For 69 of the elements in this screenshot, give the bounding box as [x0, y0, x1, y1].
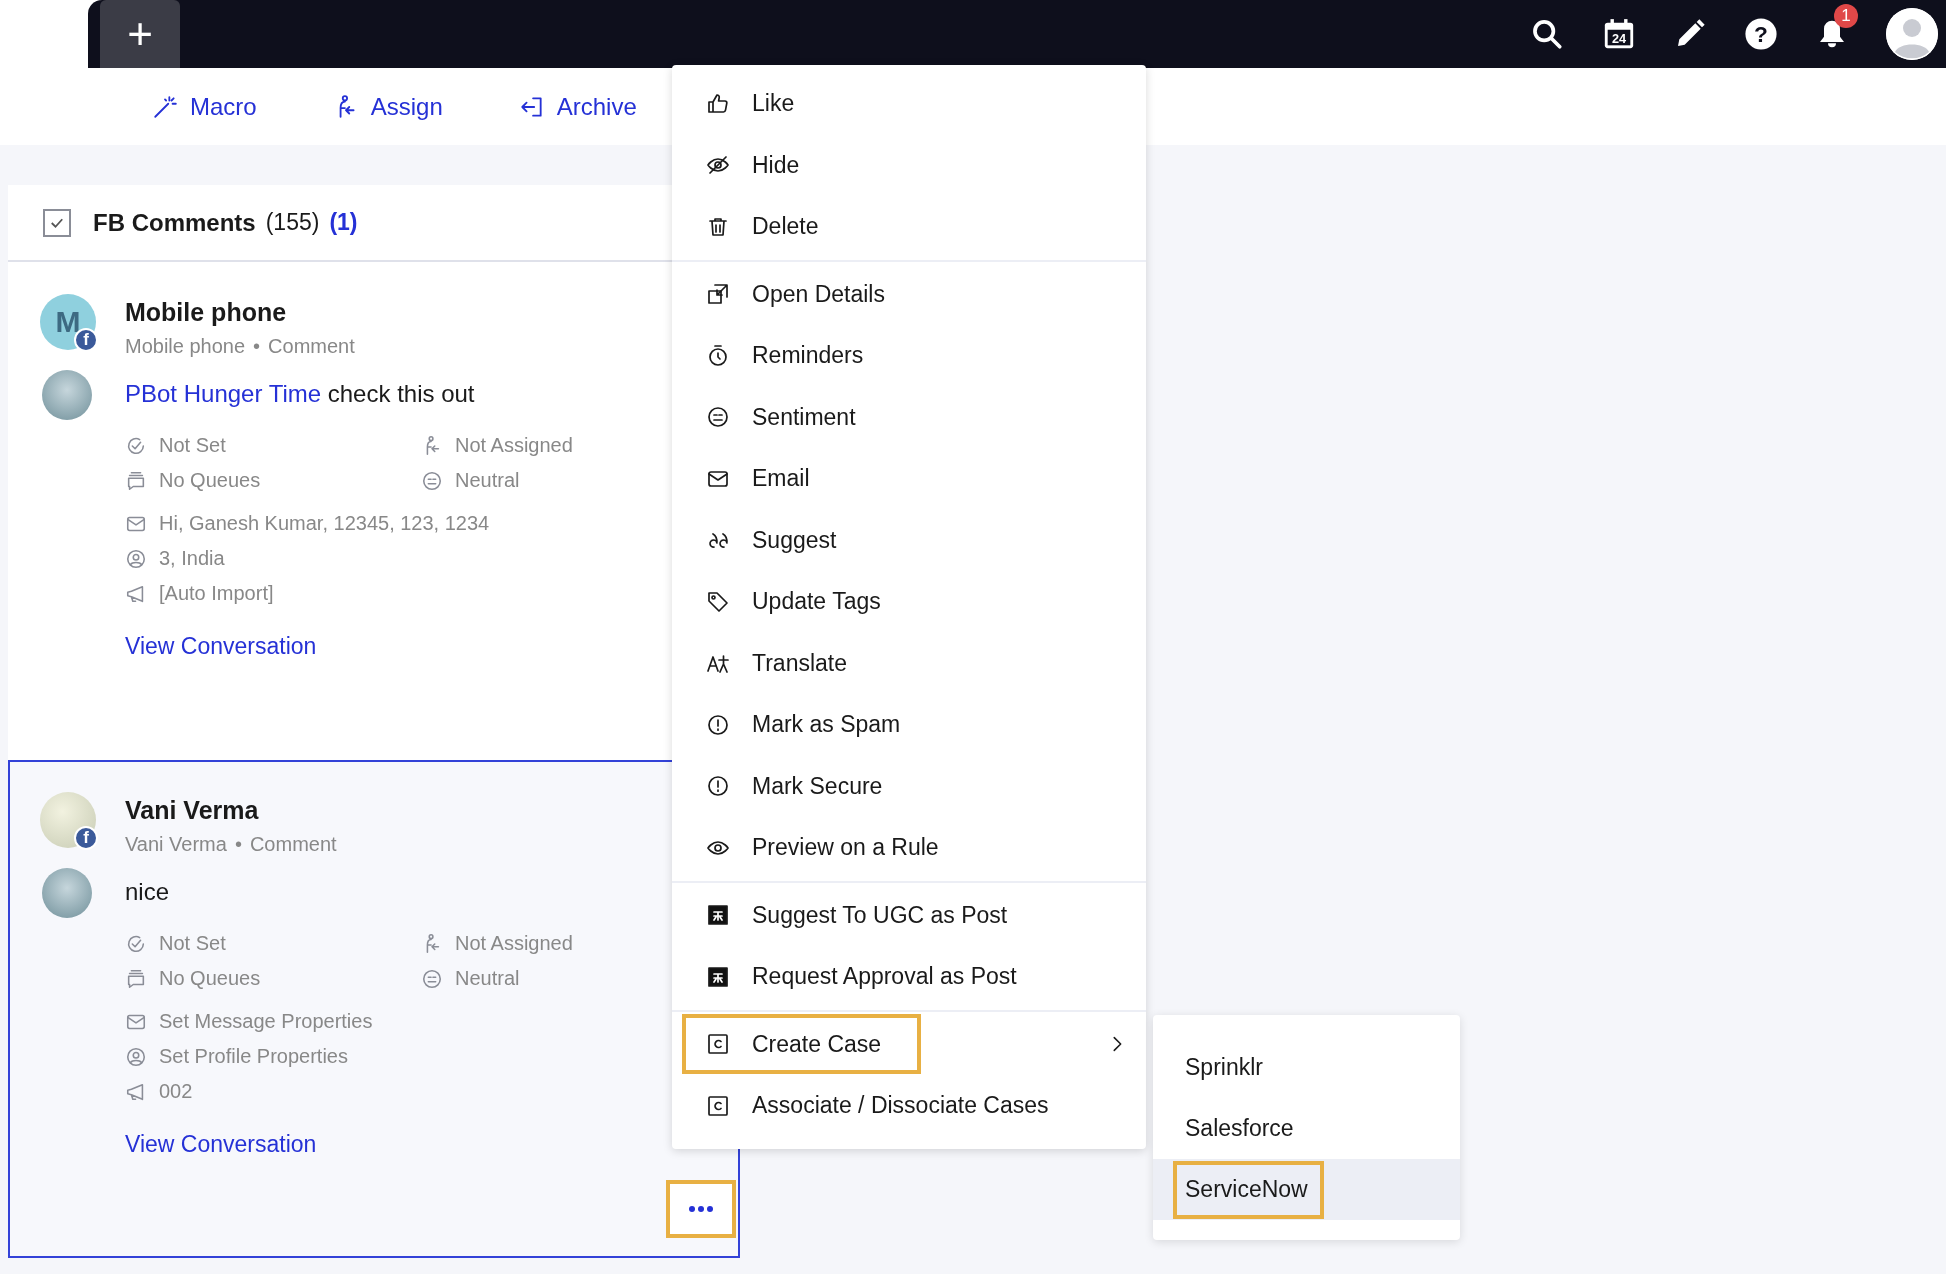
user-circle-icon — [125, 1045, 147, 1068]
campaign-text: [Auto Import] — [159, 582, 274, 605]
notification-badge: 1 — [1834, 4, 1858, 28]
bullet-separator: • — [253, 335, 261, 358]
thumbs-up-icon — [706, 91, 730, 116]
neutral-face-icon — [421, 469, 443, 492]
campaign-text: 002 — [159, 1080, 193, 1103]
submenu-item[interactable]: Sprinklr — [1153, 1037, 1460, 1098]
source-name: Vani Verma — [125, 833, 227, 856]
source-name: Mobile phone — [125, 335, 246, 358]
menu-item[interactable]: Hide — [672, 134, 1146, 196]
queue-text: No Queues — [159, 469, 261, 492]
neutral-face-icon — [421, 967, 443, 990]
author-name: Vani Verma — [125, 796, 260, 825]
status-text: Not Set — [159, 434, 226, 457]
add-button[interactable]: + — [100, 0, 180, 68]
selected-count: (1) — [329, 209, 358, 236]
wand-icon — [152, 93, 178, 120]
message-properties-text: Hi, Ganesh Kumar, 12345, 123, 1234 — [159, 512, 490, 535]
avatar-image — [40, 792, 96, 848]
message-card[interactable]: f Vani Verma Vani Verma • Comment nice Not Set Not Assigned No Queues Neutral Set Message Properties Set Profile Properties 002 View Conversation — [8, 760, 740, 1258]
user-avatar-icon[interactable] — [1886, 8, 1938, 60]
user-circle-icon — [125, 547, 147, 570]
case-icon — [706, 1032, 730, 1057]
queue-icon — [125, 469, 147, 492]
view-conversation-link[interactable]: View Conversation — [125, 633, 317, 660]
post-icon — [706, 903, 730, 928]
queue-text: No Queues — [159, 967, 261, 990]
author-name: Mobile phone — [125, 298, 288, 327]
view-conversation-link[interactable]: View Conversation — [125, 1131, 317, 1158]
submenu-item[interactable]: Salesforce — [1153, 1098, 1460, 1159]
more-button[interactable] — [666, 1180, 736, 1238]
page-avatar-image — [42, 868, 92, 918]
submenu-item[interactable]: ServiceNow — [1153, 1159, 1460, 1220]
sentiment-text: Neutral — [455, 469, 520, 492]
toolbar-button[interactable]: Archive — [518, 92, 637, 121]
page-avatar-image — [42, 370, 92, 420]
menu-item[interactable]: Like — [672, 73, 1146, 135]
queue-icon — [125, 967, 147, 990]
select-all-checkbox[interactable] — [43, 208, 71, 237]
message-type: Comment — [249, 833, 337, 856]
message-text: PBot Hunger Time check this out — [125, 380, 475, 408]
exclamation-circle-icon — [706, 774, 730, 799]
profile-properties-text: 3, India — [159, 547, 225, 570]
more-dots-icon — [688, 1205, 714, 1213]
assignee-text: Not Assigned — [455, 434, 573, 457]
bullet-separator: • — [234, 833, 242, 856]
profile-properties-text: Set Profile Properties — [159, 1045, 348, 1068]
timer-icon — [706, 343, 730, 368]
panel-title: FB Comments — [93, 208, 256, 237]
message-type: Comment — [268, 335, 355, 358]
total-count: (155) — [265, 209, 320, 236]
status-text: Not Set — [159, 932, 226, 955]
toolbar-button[interactable]: Macro — [152, 92, 257, 121]
help-icon[interactable]: ? — [1744, 17, 1778, 51]
open-window-icon — [706, 282, 730, 307]
menu-item[interactable]: Delete — [672, 196, 1146, 258]
tag-icon — [706, 589, 730, 614]
assignee-text: Not Assigned — [455, 932, 573, 955]
exclamation-circle-icon — [706, 712, 730, 737]
sentiment-text: Neutral — [455, 967, 520, 990]
message-properties-text: Set Message Properties — [159, 1010, 373, 1033]
post-icon — [706, 964, 730, 989]
neutral-face-icon — [706, 405, 730, 430]
toolbar-button[interactable]: Assign — [332, 92, 443, 121]
network-badge: f — [74, 826, 98, 850]
search-icon[interactable] — [1530, 17, 1564, 51]
case-icon — [706, 1093, 730, 1118]
message-text: nice — [125, 878, 170, 906]
